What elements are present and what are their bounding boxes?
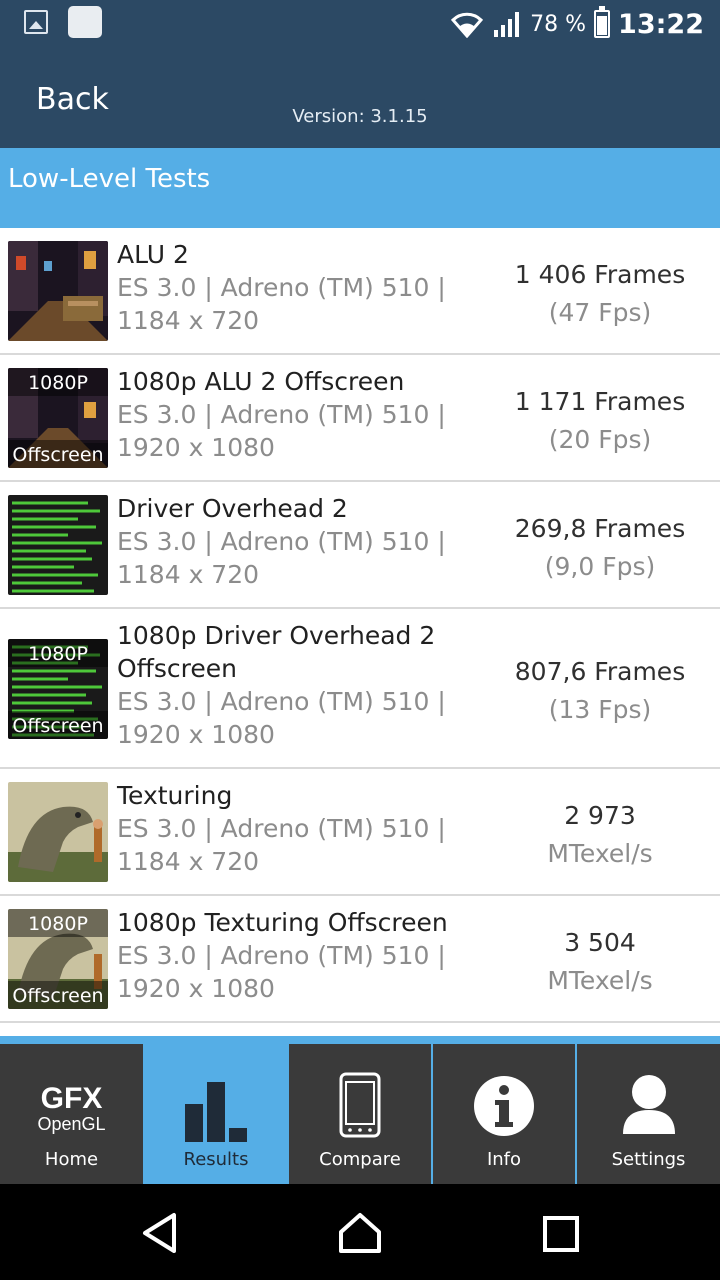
system-nav-bar [0, 1184, 720, 1280]
tab-home-label: Home [44, 1149, 99, 1170]
test-detail-resolution: 1184 x 720 [117, 560, 260, 589]
test-score: 2 973 [564, 801, 636, 830]
test-score: 1 406 Frames [514, 260, 686, 289]
test-row-texturing[interactable]: Texturing ES 3.0 | Adreno (TM) 510 | 118… [0, 769, 720, 896]
green-lines-thumbnail [8, 495, 108, 595]
signal-icon [494, 12, 520, 37]
section-header: Low-Level Tests [0, 148, 720, 228]
city-scene-offscreen-thumbnail: 1080P Offscreen [8, 368, 108, 468]
test-name: 1080p Texturing Offscreen [117, 908, 448, 937]
wifi-icon [451, 12, 484, 38]
badge-1080p: 1080P [28, 372, 88, 394]
tab-home[interactable]: GFX OpenGL Home [0, 1044, 143, 1184]
test-detail-api: ES 3.0 | Adreno (TM) 510 | [117, 814, 446, 843]
test-detail-api: ES 3.0 | Adreno (TM) 510 | [117, 527, 446, 556]
city-scene-thumbnail [8, 241, 108, 341]
tab-compare[interactable]: Compare [289, 1044, 431, 1184]
test-row-alu2[interactable]: ALU 2 ES 3.0 | Adreno (TM) 510 | 1184 x … [0, 228, 720, 355]
tab-settings[interactable]: Settings [577, 1044, 720, 1184]
image-notification-icon [24, 10, 48, 34]
test-name: 1080p Driver Overhead 2 [117, 621, 436, 650]
section-title: Low-Level Tests [8, 164, 211, 194]
status-bar: 78 % 13:22 [0, 0, 720, 48]
tab-info-label: Info [486, 1149, 522, 1170]
back-triangle-icon[interactable] [140, 1212, 180, 1254]
app-notification-icon [68, 6, 102, 38]
badge-offscreen: Offscreen [12, 985, 103, 1007]
test-fps: (9,0 Fps) [544, 552, 656, 581]
tab-settings-label: Settings [611, 1149, 686, 1170]
test-fps: (20 Fps) [548, 425, 652, 454]
bar-chart-icon [185, 1082, 247, 1142]
test-score: 269,8 Frames [514, 514, 686, 543]
test-score: 807,6 Frames [514, 657, 686, 686]
test-name: ALU 2 [117, 240, 189, 269]
test-score: 1 171 Frames [514, 387, 686, 416]
home-icon[interactable] [338, 1212, 382, 1254]
test-detail-api: ES 3.0 | Adreno (TM) 510 | [117, 687, 446, 716]
test-detail-resolution: 1184 x 720 [117, 306, 260, 335]
phone-icon [339, 1072, 381, 1138]
badge-1080p: 1080P [28, 643, 88, 665]
badge-offscreen: Offscreen [12, 444, 103, 466]
test-row-1080p-driver-overhead-2-offscreen[interactable]: 1080P Offscreen 1080p Driver Overhead 2 … [0, 609, 720, 769]
badge-1080p: 1080P [28, 913, 88, 935]
test-name: 1080p ALU 2 Offscreen [117, 367, 405, 396]
test-unit: MTexel/s [547, 966, 653, 995]
version-label: Version: 3.1.15 [292, 106, 428, 127]
clock: 13:22 [618, 8, 704, 40]
test-name-line2: Offscreen [117, 654, 238, 683]
test-score: 3 504 [564, 928, 636, 957]
test-fps: (13 Fps) [548, 695, 652, 724]
user-icon [622, 1075, 675, 1134]
results-list: ALU 2 ES 3.0 | Adreno (TM) 510 | 1184 x … [0, 228, 720, 1023]
battery-icon [594, 6, 611, 38]
info-icon [474, 1076, 534, 1136]
test-row-driver-overhead-2[interactable]: Driver Overhead 2 ES 3.0 | Adreno (TM) 5… [0, 482, 720, 609]
test-name: Texturing [117, 781, 233, 810]
test-unit: MTexel/s [547, 839, 653, 868]
test-name: Driver Overhead 2 [117, 494, 348, 523]
app-header: Back Version: 3.1.15 [0, 48, 720, 148]
test-detail-resolution: 1920 x 1080 [117, 974, 275, 1003]
dinosaur-scene-offscreen-thumbnail: 1080P Offscreen [8, 909, 108, 1009]
tab-info[interactable]: Info [433, 1044, 575, 1184]
badge-offscreen: Offscreen [12, 715, 103, 737]
tab-results-label: Results [183, 1149, 249, 1170]
gfx-logo-text: GFX [40, 1082, 103, 1115]
recent-apps-icon[interactable] [543, 1216, 579, 1252]
test-detail-api: ES 3.0 | Adreno (TM) 510 | [117, 273, 446, 302]
test-detail-resolution: 1920 x 1080 [117, 720, 275, 749]
test-row-1080p-alu2-offscreen[interactable]: 1080P Offscreen 1080p ALU 2 Offscreen ES… [0, 355, 720, 482]
test-fps: (47 Fps) [548, 298, 652, 327]
test-row-1080p-texturing-offscreen[interactable]: 1080P Offscreen 1080p Texturing Offscree… [0, 896, 720, 1023]
test-detail-api: ES 3.0 | Adreno (TM) 510 | [117, 941, 446, 970]
tab-compare-label: Compare [319, 1149, 401, 1170]
test-detail-api: ES 3.0 | Adreno (TM) 510 | [117, 400, 446, 429]
dinosaur-scene-thumbnail [8, 782, 108, 882]
test-detail-resolution: 1920 x 1080 [117, 433, 275, 462]
opengl-logo-text: OpenGL [37, 1114, 106, 1134]
tab-results[interactable]: Results [145, 1044, 287, 1184]
green-lines-offscreen-thumbnail: 1080P Offscreen [8, 639, 108, 739]
battery-percent: 78 % [530, 11, 587, 37]
test-detail-resolution: 1184 x 720 [117, 847, 260, 876]
gfx-logo-icon: GFX OpenGL [22, 1082, 122, 1135]
bottom-tab-bar: GFX OpenGL Home Results Compare Info Set… [0, 1036, 720, 1184]
